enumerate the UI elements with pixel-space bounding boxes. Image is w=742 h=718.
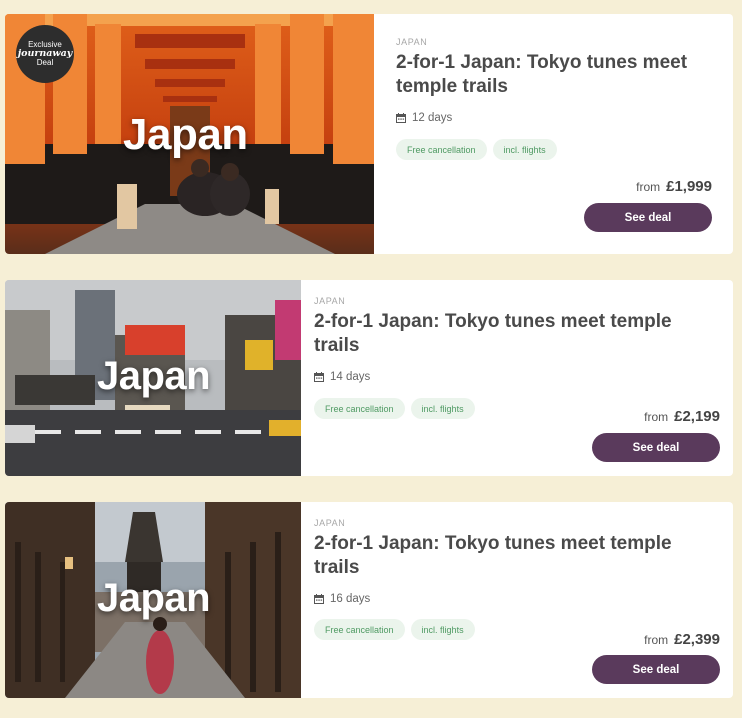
deal-price: from £1,999 <box>636 178 712 195</box>
tag-free-cancellation: Free cancellation <box>396 139 487 160</box>
see-deal-button[interactable]: See deal <box>592 433 720 462</box>
tag-free-cancellation: Free cancellation <box>314 619 405 640</box>
deal-title[interactable]: 2-for-1 Japan: Tokyo tunes meet temple t… <box>314 310 714 358</box>
price-prefix: from <box>644 633 669 647</box>
deal-card[interactable]: Japan JAPAN 2-for-1 Japan: Tokyo tunes m… <box>5 280 733 476</box>
price-prefix: from <box>636 180 661 194</box>
deal-details: JAPAN 2-for-1 Japan: Tokyo tunes meet te… <box>374 14 733 254</box>
calendar-icon <box>396 113 406 123</box>
calendar-icon <box>314 594 324 604</box>
duration-text: 12 days <box>412 112 453 124</box>
price-amount: £2,399 <box>674 631 720 648</box>
deal-duration: 14 days <box>314 371 370 383</box>
exclusive-deal-badge: Exclusive journaway Deal <box>16 25 74 83</box>
see-deal-button[interactable]: See deal <box>592 655 720 684</box>
tag-free-cancellation: Free cancellation <box>314 398 405 419</box>
duration-text: 14 days <box>330 371 371 383</box>
deal-image[interactable]: Japan <box>5 280 301 476</box>
deal-price: from £2,199 <box>644 408 720 425</box>
deal-duration: 12 days <box>396 112 452 124</box>
badge-line-3: Deal <box>36 57 54 67</box>
deal-tags: Free cancellation incl. flights <box>314 619 475 640</box>
duration-text: 16 days <box>330 593 371 605</box>
deal-card[interactable]: Exclusive journaway Deal Japan JAPAN 2-f… <box>5 14 733 254</box>
deal-title[interactable]: 2-for-1 Japan: Tokyo tunes meet temple t… <box>314 532 714 580</box>
deal-country: JAPAN <box>314 296 346 306</box>
deal-image[interactable]: Exclusive journaway Deal Japan <box>5 14 374 254</box>
deal-price: from £2,399 <box>644 631 720 648</box>
tag-incl-flights: incl. flights <box>410 398 475 419</box>
deal-tags: Free cancellation incl. flights <box>314 398 475 419</box>
deal-country: JAPAN <box>396 37 428 47</box>
price-amount: £1,999 <box>666 178 712 195</box>
deal-image[interactable]: Japan <box>5 502 301 698</box>
image-destination-title: Japan <box>97 576 211 620</box>
image-destination-title: Japan <box>97 354 211 398</box>
deal-card[interactable]: Japan JAPAN 2-for-1 Japan: Tokyo tunes m… <box>5 502 733 698</box>
tag-incl-flights: incl. flights <box>410 619 475 640</box>
see-deal-button[interactable]: See deal <box>584 203 712 232</box>
deal-details: JAPAN 2-for-1 Japan: Tokyo tunes meet te… <box>301 280 733 476</box>
image-destination-title: Japan <box>123 110 248 159</box>
tag-incl-flights: incl. flights <box>492 139 557 160</box>
deal-title[interactable]: 2-for-1 Japan: Tokyo tunes meet temple t… <box>396 51 726 99</box>
deal-duration: 16 days <box>314 593 370 605</box>
deal-tags: Free cancellation incl. flights <box>396 139 557 160</box>
deal-details: JAPAN 2-for-1 Japan: Tokyo tunes meet te… <box>301 502 733 698</box>
price-amount: £2,199 <box>674 408 720 425</box>
deal-country: JAPAN <box>314 518 346 528</box>
calendar-icon <box>314 372 324 382</box>
price-prefix: from <box>644 410 669 424</box>
